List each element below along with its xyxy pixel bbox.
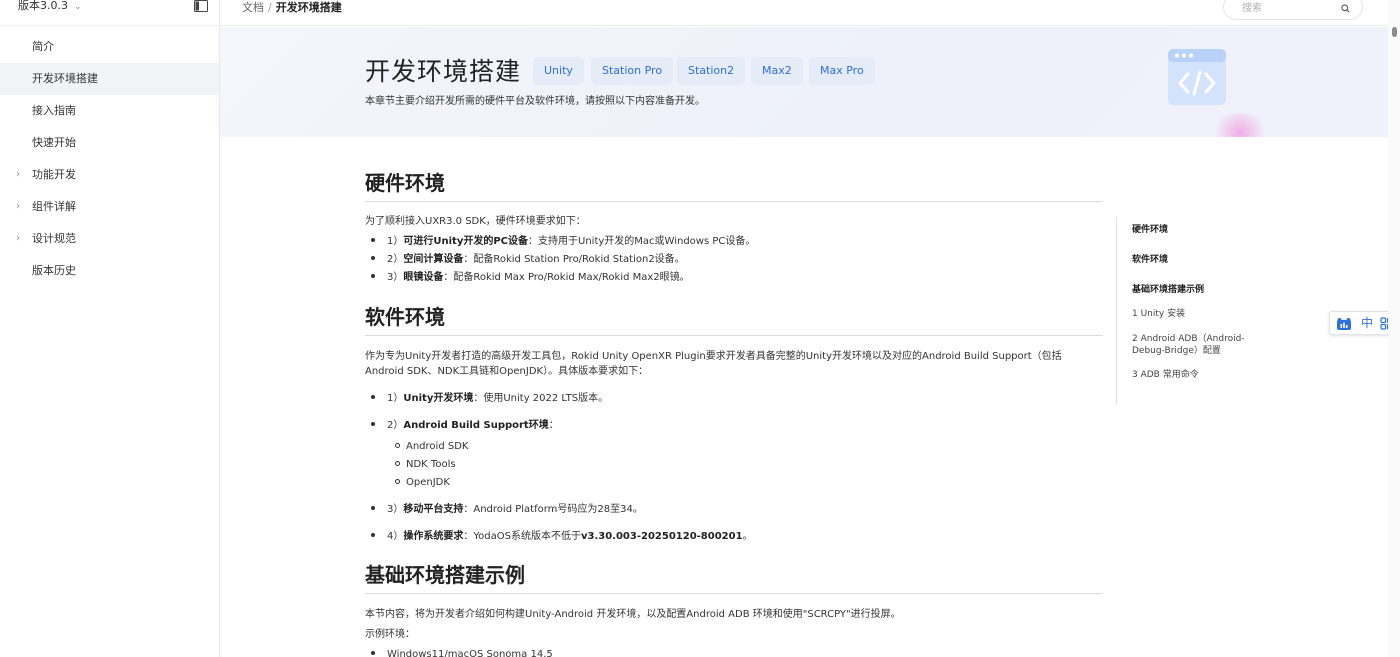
sidebar-item-components[interactable]: › 组件详解: [0, 191, 219, 223]
example-env-label: 示例环境：: [365, 629, 415, 640]
breadcrumb-separator: /: [268, 1, 272, 14]
language-label[interactable]: 中: [1361, 316, 1373, 330]
toc-item-hardware[interactable]: 硬件环境: [1132, 224, 1250, 236]
search-input[interactable]: [1242, 1, 1332, 15]
sidebar-header: 版本3.0.3 ⌄: [0, 0, 219, 26]
heading-divider: [365, 593, 1103, 594]
software-intro: 作为专为Unity开发者打造的高级开发工具包，Rokid Unity OpenX…: [365, 351, 1062, 377]
sidebar-item-dev-env[interactable]: 开发环境搭建: [0, 63, 219, 95]
toc-item-unity-install[interactable]: 1 Unity 安装: [1132, 308, 1250, 320]
sidebar-nav: 简介 开发环境搭建 接入指南 快速开始 › 功能开发 › 组件详解 › 设计规范 版本…: [0, 31, 219, 287]
bullet-dot: [371, 506, 375, 510]
chevron-right-icon: ›: [16, 233, 20, 244]
chevron-right-icon: ›: [16, 201, 20, 212]
tag-max-pro[interactable]: Max Pro: [809, 57, 875, 85]
chevron-down-icon: ⌄: [74, 2, 82, 12]
sidebar-item-history[interactable]: 版本历史: [0, 255, 219, 287]
sub-list-item: NDK Tools: [395, 457, 456, 472]
sidebar-item-quickstart[interactable]: 快速开始: [0, 127, 219, 159]
decorative-glow: [1210, 113, 1270, 137]
hardware-intro: 为了顺利接入UXR3.0 SDK，硬件环境要求如下：: [365, 216, 586, 227]
bullet-dot: [371, 651, 375, 655]
list-item: 2）Android Build Support环境：: [365, 418, 559, 433]
page-title: 开发环境搭建: [365, 57, 522, 86]
table-of-contents: 硬件环境 软件环境 基础环境搭建示例 1 Unity 安装 2 Android …: [1116, 217, 1256, 404]
heading-example: 基础环境搭建示例: [365, 563, 525, 587]
list-item: 3）移动平台支持：Android Platform号码应为28至34。: [365, 502, 643, 517]
breadcrumb-current: 开发环境搭建: [275, 1, 342, 14]
version-label: 版本3.0.3: [18, 0, 68, 12]
search-box[interactable]: [1223, 0, 1363, 20]
scrollbar[interactable]: [1388, 0, 1400, 657]
tag-station2[interactable]: Station2: [677, 57, 746, 85]
bullet-dot: [371, 395, 375, 399]
page-subtitle: 本章节主要介绍开发所需的硬件平台及软件环境，请按照以下内容准备开发。: [365, 96, 705, 107]
breadcrumb: 文档 / 开发环境搭建: [242, 1, 342, 15]
bullet-circle: [395, 461, 400, 466]
sub-list-item: Android SDK: [395, 439, 468, 454]
list-item: Windows11/macOS Sonoma 14.5: [365, 647, 553, 657]
list-item: 4）操作系统要求：YodaOS系统版本不低于v3.30.003-20250120…: [365, 529, 753, 544]
tag-station-pro[interactable]: Station Pro: [591, 57, 674, 85]
sidebar-item-label: 开发环境搭建: [32, 72, 98, 85]
top-bar: 文档 / 开发环境搭建: [220, 0, 1388, 26]
toc-item-software[interactable]: 软件环境: [1132, 254, 1250, 266]
bullet-circle: [395, 443, 400, 448]
list-item: 1）Unity开发环境：使用Unity 2022 LTS版本。: [365, 391, 608, 406]
sidebar-item-intro[interactable]: 简介: [0, 31, 219, 63]
chevron-right-icon: ›: [16, 169, 20, 180]
sidebar-item-guide[interactable]: 接入指南: [0, 95, 219, 127]
paw-icon[interactable]: [1336, 317, 1352, 331]
sidebar-item-label: 设计规范: [32, 232, 76, 245]
sidebar-item-design[interactable]: › 设计规范: [0, 223, 219, 255]
sub-list-item: OpenJDK: [395, 475, 450, 490]
bullet-circle: [395, 479, 400, 484]
sidebar-item-label: 组件详解: [32, 200, 76, 213]
breadcrumb-root[interactable]: 文档: [242, 1, 264, 14]
bullet-dot: [371, 238, 375, 242]
example-intro: 本节内容，将为开发者介绍如何构建Unity-Android 开发环境，以及配置A…: [365, 609, 901, 620]
bullet-dot: [371, 274, 375, 278]
toc-item-adb-commands[interactable]: 3 ADB 常用命令: [1132, 369, 1250, 381]
sidebar-item-label: 功能开发: [32, 168, 76, 181]
sidebar-item-label: 快速开始: [32, 136, 76, 149]
tag-unity[interactable]: Unity: [533, 57, 584, 85]
hero-banner: 开发环境搭建 Unity Station Pro Station2 Max2 M…: [220, 27, 1388, 137]
heading-software: 软件环境: [365, 305, 445, 329]
bullet-dot: [371, 256, 375, 260]
sidebar-item-label: 接入指南: [32, 104, 76, 117]
sidebar-item-label: 简介: [32, 40, 54, 53]
sidebar-toggle-icon[interactable]: [194, 0, 208, 12]
bullet-dot: [371, 422, 375, 426]
code-window-icon: [1168, 49, 1226, 105]
sidebar-item-features[interactable]: › 功能开发: [0, 159, 219, 191]
sidebar-item-label: 版本历史: [32, 264, 76, 277]
list-item: 1）可进行Unity开发的PC设备：支持用于Unity开发的Mac或Window…: [365, 234, 755, 249]
heading-divider: [365, 201, 1103, 202]
heading-divider: [365, 335, 1103, 336]
scrollbar-thumb[interactable]: [1392, 27, 1397, 37]
search-icon[interactable]: [1341, 4, 1350, 13]
heading-hardware: 硬件环境: [365, 171, 445, 195]
toc-item-adb-config[interactable]: 2 Android ADB（Android-Debug-Bridge）配置: [1132, 333, 1250, 357]
list-item: 2）空间计算设备：配备Rokid Station Pro/Rokid Stati…: [365, 252, 685, 267]
tag-max2[interactable]: Max2: [751, 57, 803, 85]
sidebar: 版本3.0.3 ⌄ 简介 开发环境搭建 接入指南 快速开始 › 功能开发 › 组件详解…: [0, 0, 220, 657]
version-selector[interactable]: 版本3.0.3 ⌄: [18, 0, 82, 13]
toc-item-example[interactable]: 基础环境搭建示例: [1132, 284, 1250, 296]
bullet-dot: [371, 533, 375, 537]
list-item: 3）眼镜设备：配备Rokid Max Pro/Rokid Max/Rokid M…: [365, 270, 690, 285]
